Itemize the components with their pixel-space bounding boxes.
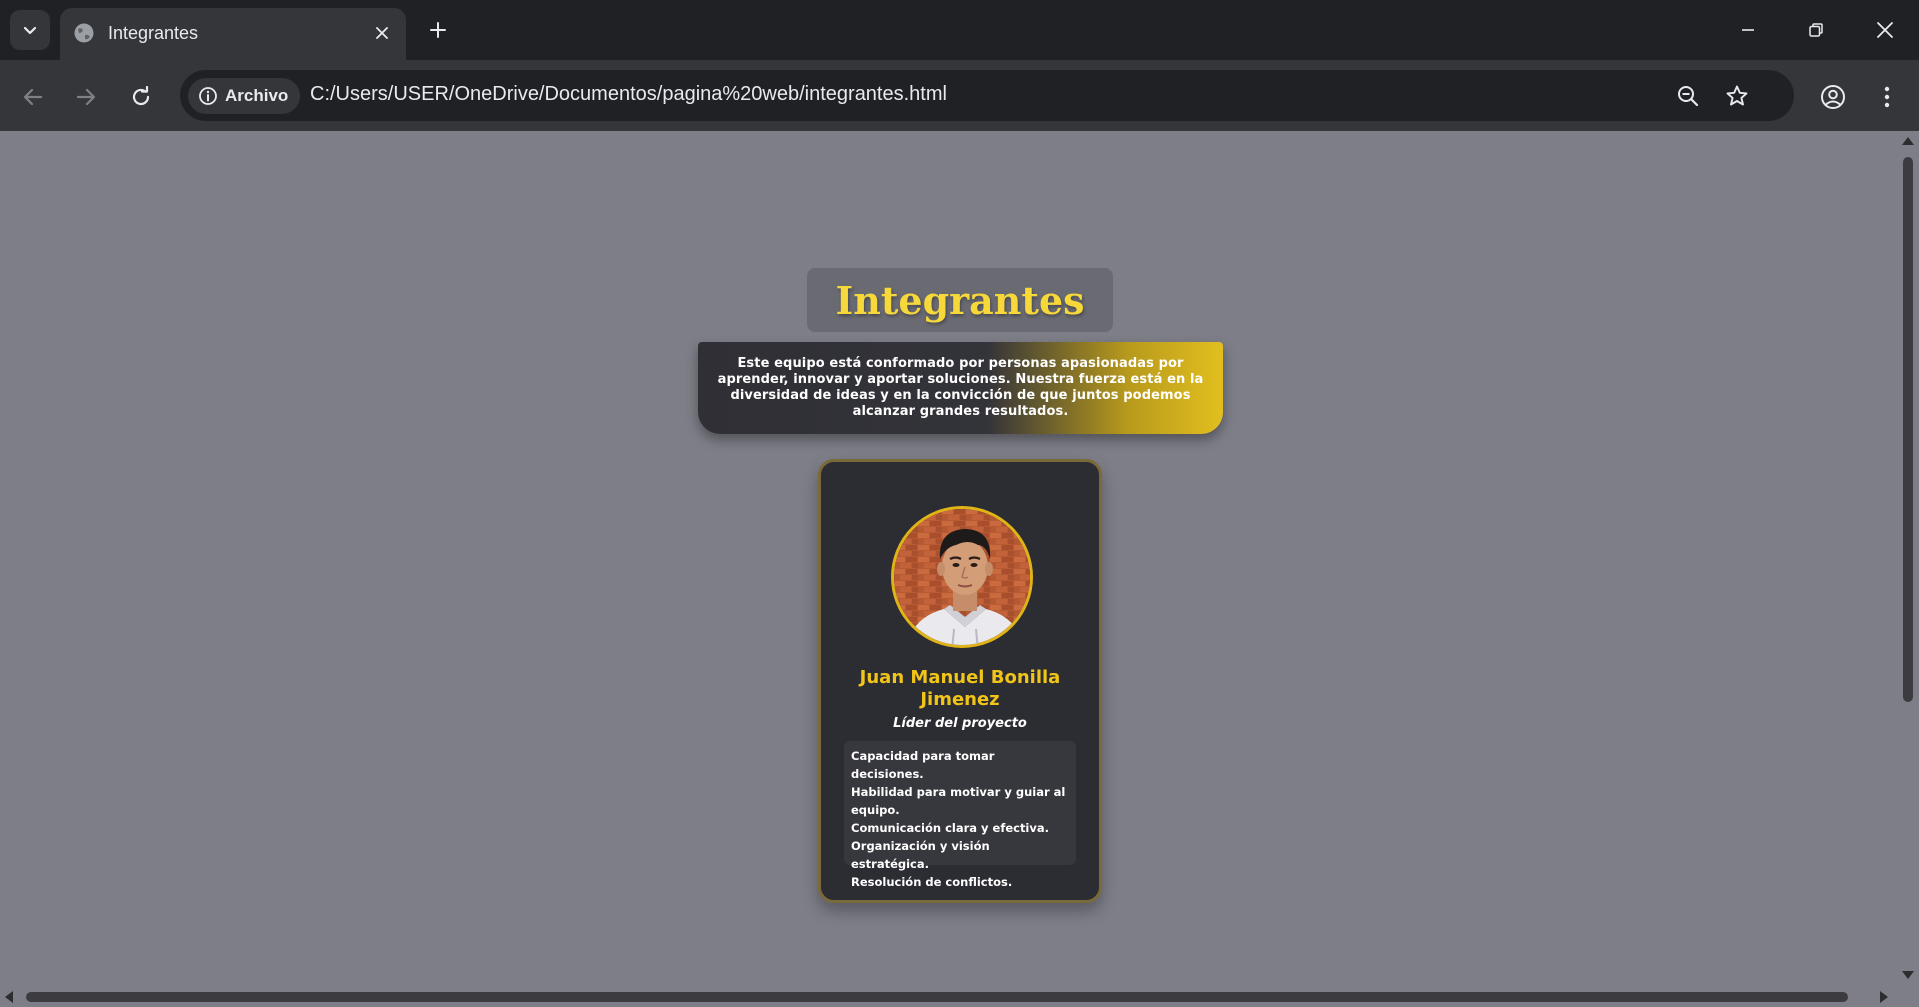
skill-item: Capacidad para tomar decisiones. — [851, 749, 995, 781]
url-text[interactable]: C:/Users/USER/OneDrive/Documentos/pagina… — [310, 83, 947, 106]
star-icon — [1726, 85, 1748, 106]
scroll-right-arrow[interactable] — [1880, 991, 1888, 1003]
close-window-button[interactable] — [1860, 10, 1910, 50]
page-title: Integrantes — [835, 277, 1085, 323]
minimize-button[interactable] — [1723, 10, 1773, 50]
member-card: Juan Manuel Bonilla Jimenez Líder del pr… — [818, 459, 1102, 903]
page-viewport: Integrantes Este equipo está conformado … — [0, 131, 1897, 987]
active-tab[interactable]: Integrantes — [60, 8, 406, 60]
chevron-down-icon — [23, 26, 37, 35]
tab-search-button[interactable] — [10, 10, 50, 50]
minimize-icon — [1742, 29, 1754, 31]
skill-item: Comunicación clara y efectiva. — [851, 821, 1050, 835]
back-button[interactable] — [13, 77, 53, 117]
intro-text: Este equipo está conformado por personas… — [717, 356, 1204, 419]
new-tab-button[interactable] — [423, 15, 453, 45]
restore-button[interactable] — [1791, 10, 1841, 50]
back-arrow-icon — [23, 88, 43, 106]
site-info-label: Archivo — [225, 86, 289, 105]
skill-item: Resolución de conflictos. — [851, 875, 1013, 889]
member-avatar — [891, 506, 1033, 648]
close-tab-button[interactable] — [370, 21, 394, 45]
reload-icon — [132, 86, 150, 106]
zoom-button[interactable] — [1673, 81, 1703, 111]
tab-title: Integrantes — [108, 23, 199, 43]
site-info-chip[interactable]: Archivo — [188, 78, 301, 114]
profile-icon — [1821, 85, 1845, 109]
close-icon — [376, 27, 388, 39]
page-title-box: Integrantes — [807, 268, 1113, 332]
forward-button[interactable] — [66, 77, 106, 117]
plus-icon — [430, 22, 446, 38]
scroll-left-arrow[interactable] — [5, 991, 13, 1003]
skill-item: Habilidad para motivar y guiar al equipo… — [851, 785, 1066, 817]
zoom-out-icon — [1678, 86, 1699, 107]
member-photo — [894, 509, 1030, 645]
profile-button[interactable] — [1813, 77, 1853, 117]
browser-toolbar: Archivo C:/Users/USER/OneDrive/Documento… — [0, 60, 1919, 131]
vertical-scrollbar[interactable] — [1897, 131, 1919, 987]
scroll-up-arrow[interactable] — [1902, 137, 1914, 145]
tab-strip: Integrantes — [0, 0, 1919, 60]
browser-menu-button[interactable] — [1867, 77, 1907, 117]
horizontal-scrollbar[interactable] — [0, 987, 1919, 1007]
member-role: Líder del proyecto — [893, 716, 1027, 731]
skills-list: Capacidad para tomar decisiones. Habilid… — [844, 741, 1076, 889]
address-bar[interactable]: Archivo C:/Users/USER/OneDrive/Documento… — [180, 70, 1794, 121]
close-icon — [1877, 22, 1893, 38]
info-icon — [199, 87, 217, 105]
kebab-menu-icon — [1884, 86, 1890, 108]
bookmark-button[interactable] — [1722, 81, 1752, 111]
restore-icon — [1809, 23, 1823, 37]
scroll-down-arrow[interactable] — [1902, 971, 1914, 979]
forward-arrow-icon — [76, 88, 96, 106]
intro-banner: Este equipo está conformado por personas… — [698, 342, 1223, 434]
reload-button[interactable] — [121, 77, 161, 117]
horizontal-scroll-thumb[interactable] — [26, 992, 1848, 1002]
globe-icon — [74, 23, 94, 43]
vertical-scroll-thumb[interactable] — [1903, 157, 1913, 702]
member-name: Juan Manuel Bonilla Jimenez — [859, 667, 1061, 710]
skill-item: Organización y visión estratégica. — [851, 839, 990, 871]
